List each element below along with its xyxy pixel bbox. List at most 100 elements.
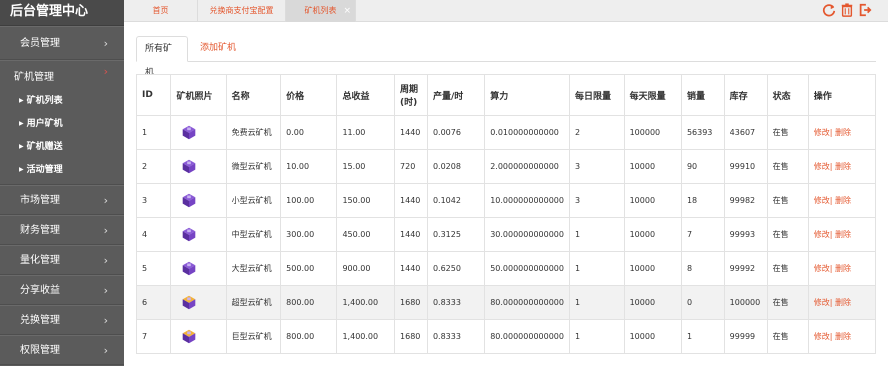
tab-add-miner[interactable]: 添加矿机	[192, 36, 244, 62]
subitem-label: 用户矿机	[26, 119, 63, 129]
subitem-label: 矿机赠送	[26, 142, 63, 152]
table-cell: 10000	[623, 319, 682, 354]
table-cell: 1680	[394, 285, 428, 320]
sidebar-item-quant[interactable]: 量化管理 ›	[0, 245, 124, 275]
sidebar-subitem-activities[interactable]: ▶ 活动管理	[0, 159, 124, 182]
main-content: 所有矿机 添加矿机 ID 矿机照片 名称 价格 总收益 周期 (时) 产量/时 算力 每日限量 每天…	[135, 36, 877, 354]
row-actions[interactable]: 修改| 删除	[807, 251, 877, 286]
row-actions[interactable]: 修改| 删除	[807, 217, 877, 252]
table-cell: 在售	[766, 115, 809, 150]
table-cell: 4	[135, 217, 172, 252]
logout-icon[interactable]	[858, 3, 872, 17]
table-cell: 在售	[766, 285, 809, 320]
table-cell: 0.010000000000	[484, 115, 570, 150]
table-cell: 1	[680, 319, 725, 354]
table-cell: 80.000000000000	[484, 285, 570, 320]
table-cell: 450.00	[336, 217, 396, 252]
miner-icon	[176, 125, 198, 143]
table-cell: 中型云矿机	[225, 217, 282, 252]
column-header: 操作	[807, 74, 877, 116]
sidebar-item-share-income[interactable]: 分享收益 ›	[0, 275, 124, 305]
table-cell: 150.00	[336, 183, 396, 218]
table-cell: 0.3125	[426, 217, 486, 252]
miner-photo-cell	[170, 115, 227, 150]
table-cell: 在售	[766, 319, 809, 354]
row-actions[interactable]: 修改| 删除	[807, 319, 877, 354]
chevron-right-icon: ›	[103, 224, 108, 237]
tab-all-miners[interactable]: 所有矿机	[136, 36, 188, 78]
table-row: 1 免费云矿机 0.00 11.00 1440 0.0076 0.010000000000 2…	[135, 115, 877, 150]
table-cell: 1	[569, 217, 625, 252]
table-cell: 1440	[394, 217, 428, 252]
chevron-right-icon: ›	[103, 194, 108, 207]
tab-label: 兑换商支付宝配置	[209, 6, 274, 15]
tab-alipay-config[interactable]: 兑换商支付宝配置	[198, 0, 286, 22]
table-cell: 0	[680, 285, 725, 320]
table-cell: 超型云矿机	[225, 285, 282, 320]
tab-home[interactable]: 首页	[124, 0, 198, 22]
close-icon[interactable]: ×	[343, 0, 351, 22]
subitem-label: 活动管理	[26, 165, 63, 175]
trash-icon[interactable]	[840, 3, 854, 17]
table-cell: 1440	[394, 115, 428, 150]
top-tabbar: 首页 兑换商支付宝配置 矿机列表 ×	[124, 0, 888, 22]
table-cell: 3	[135, 183, 172, 218]
column-header: 价格	[280, 74, 338, 116]
table-cell: 1440	[394, 251, 428, 286]
table-cell: 99992	[723, 251, 768, 286]
table-header-row: ID 矿机照片 名称 价格 总收益 周期 (时) 产量/时 算力 每日限量 每天限量 销量 库存 状态 操作	[135, 74, 877, 116]
sidebar-item-exchange[interactable]: 兑换管理 ›	[0, 305, 124, 335]
sidebar-item-miners[interactable]: 矿机管理 ›	[0, 60, 124, 90]
chevron-down-icon: ›	[103, 65, 108, 78]
sidebar-item-finance[interactable]: 财务管理 ›	[0, 215, 124, 245]
sidebar-subitem-miner-gift[interactable]: ▶ 矿机赠送	[0, 136, 124, 159]
subitem-label: 矿机列表	[26, 96, 63, 106]
sidebar-subitem-miner-list[interactable]: ▶ 矿机列表	[0, 90, 124, 113]
miner-icon	[176, 159, 198, 177]
table-cell: 30.000000000000	[484, 217, 570, 252]
table-cell: 在售	[766, 217, 809, 252]
table-cell: 100000	[723, 285, 768, 320]
miner-photo-cell	[170, 217, 227, 252]
sidebar-item-label: 会员管理	[20, 38, 60, 49]
table-cell: 99993	[723, 217, 768, 252]
table-cell: 43607	[723, 115, 768, 150]
table-cell: 3	[569, 183, 625, 218]
sidebar-subitem-user-miners[interactable]: ▶ 用户矿机	[0, 113, 124, 136]
tab-miner-list[interactable]: 矿机列表 ×	[286, 0, 356, 22]
table-cell: 99999	[723, 319, 768, 354]
sidebar-submenu: ▶ 矿机列表 ▶ 用户矿机 ▶ 矿机赠送 ▶ 活动管理	[0, 90, 124, 185]
table-cell: 1	[569, 251, 625, 286]
table-cell: 微型云矿机	[225, 149, 282, 184]
row-actions[interactable]: 修改| 删除	[807, 115, 877, 150]
content-tabs: 所有矿机 添加矿机	[136, 36, 876, 78]
table-cell: 0.8333	[426, 285, 486, 320]
table-cell: 100.00	[280, 183, 338, 218]
table-cell: 1,400.00	[336, 285, 396, 320]
table-cell: 10.00	[280, 149, 338, 184]
table-cell: 8	[680, 251, 725, 286]
sidebar-item-market[interactable]: 市场管理 ›	[0, 185, 124, 215]
table-cell: 90	[680, 149, 725, 184]
table-cell: 免费云矿机	[225, 115, 282, 150]
table-cell: 在售	[766, 149, 809, 184]
tab-label: 矿机列表	[304, 6, 337, 15]
column-header: 矿机照片	[170, 74, 227, 116]
column-header: 周期 (时)	[394, 74, 428, 116]
refresh-icon[interactable]	[822, 3, 836, 17]
table-row: 3 小型云矿机 100.00 150.00 1440 0.1042 10.000000000…	[135, 183, 877, 218]
column-header: 总收益	[336, 74, 396, 116]
row-actions[interactable]: 修改| 删除	[807, 285, 877, 320]
table-cell: 50.000000000000	[484, 251, 570, 286]
table-cell: 18	[680, 183, 725, 218]
table-cell: 0.0208	[426, 149, 486, 184]
row-actions[interactable]: 修改| 删除	[807, 149, 877, 184]
miner-icon	[176, 261, 198, 279]
table-cell: 1	[135, 115, 172, 150]
table-cell: 6	[135, 285, 172, 320]
row-actions[interactable]: 修改| 删除	[807, 183, 877, 218]
sidebar-item-permissions[interactable]: 权限管理 ›	[0, 335, 124, 365]
sidebar-item-label: 矿机管理	[14, 72, 54, 83]
column-header: 算力	[484, 74, 570, 116]
chevron-right-icon: ›	[103, 254, 108, 267]
